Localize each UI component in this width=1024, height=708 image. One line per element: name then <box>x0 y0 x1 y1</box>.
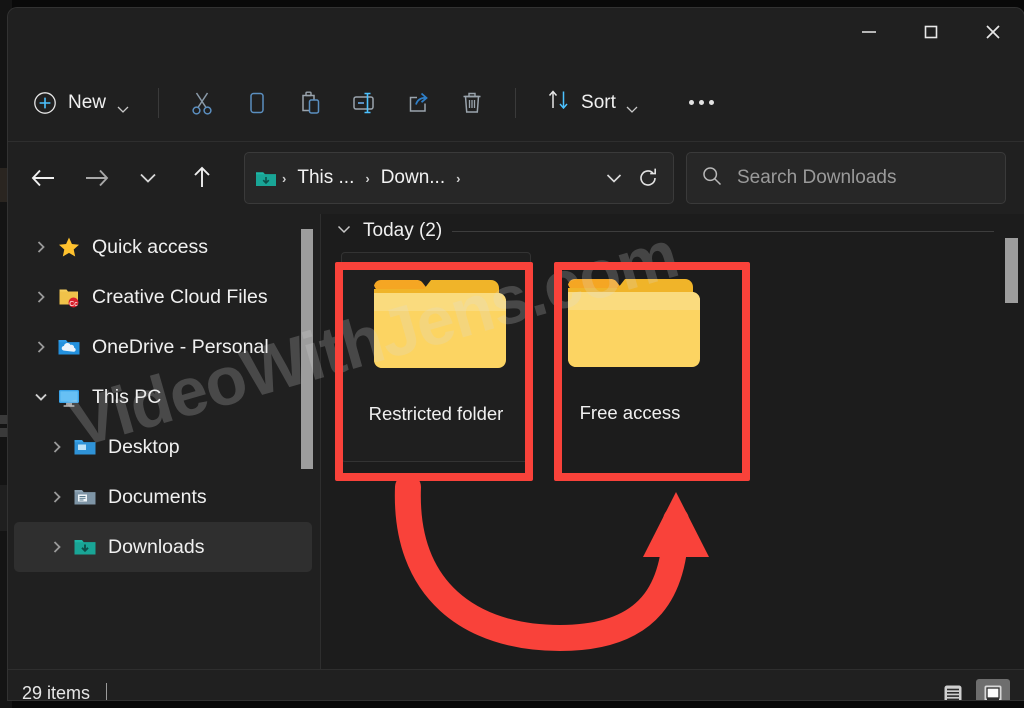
new-button[interactable]: New <box>24 83 142 123</box>
chevron-right-icon[interactable] <box>44 439 70 455</box>
chevron-right-icon[interactable] <box>28 239 54 255</box>
sidebar-item-quick-access[interactable]: Quick access <box>14 222 312 272</box>
explorer-body: Quick access Cc Creative Cloud Files One… <box>8 214 1024 669</box>
folder-icon <box>560 268 700 380</box>
chevron-down-icon[interactable] <box>28 390 54 404</box>
sidebar-item-creative-cloud-files[interactable]: Cc Creative Cloud Files <box>14 272 312 322</box>
ellipsis-dot <box>698 100 704 105</box>
navigation-bar: › This ... › Down... › Search Downloads <box>8 142 1024 214</box>
toolbar-divider-1 <box>158 87 160 118</box>
search-box[interactable]: Search Downloads <box>686 152 1006 204</box>
status-bar-divider <box>106 682 108 700</box>
cut-button[interactable] <box>175 81 229 125</box>
search-icon <box>701 165 723 192</box>
toolbar-divider-2 <box>515 87 517 118</box>
file-tile-label: Free access <box>579 402 681 423</box>
view-toggle-group <box>936 678 1010 700</box>
sidebar-item-desktop[interactable]: Desktop <box>14 422 312 472</box>
forward-button[interactable] <box>76 158 116 198</box>
copy-button[interactable] <box>229 81 283 125</box>
sidebar-item-label: This PC <box>92 385 162 408</box>
group-header-label: Today (2) <box>363 220 443 241</box>
navigation-pane: Quick access Cc Creative Cloud Files One… <box>8 214 320 669</box>
screen: New Sort › This ... › Down... › Search D… <box>0 0 1024 708</box>
minimize-button[interactable] <box>838 8 900 56</box>
chevron-down-icon <box>116 98 130 113</box>
breadcrumb-separator: › <box>456 170 461 186</box>
breadcrumb-item-this-pc[interactable]: This ... <box>291 164 360 192</box>
ellipsis-dot <box>708 100 714 105</box>
file-tile-label: Restricted folder <box>368 403 504 424</box>
rename-button[interactable] <box>337 81 391 125</box>
file-list-pane: Today (2) Restricted folder Free access <box>321 214 1024 669</box>
sidebar-item-onedrive-personal[interactable]: OneDrive - Personal <box>14 322 312 372</box>
breadcrumb-separator: › <box>282 170 287 186</box>
onedrive-icon <box>57 335 81 359</box>
sort-button[interactable]: Sort <box>536 83 649 123</box>
content-scrollbar-thumb[interactable] <box>1005 238 1018 303</box>
sort-icon <box>546 87 572 119</box>
title-bar <box>8 8 1024 64</box>
new-button-label: New <box>68 91 107 113</box>
group-header-rule <box>452 230 994 232</box>
previous-locations-button[interactable] <box>597 160 631 196</box>
chevron-right-icon[interactable] <box>28 289 54 305</box>
documents-folder-icon <box>73 485 97 509</box>
command-bar: New Sort <box>8 64 1024 142</box>
recent-locations-button[interactable] <box>128 158 168 198</box>
back-button[interactable] <box>24 158 64 198</box>
downloads-folder-icon <box>255 169 277 187</box>
item-count-label: 29 items <box>22 683 91 700</box>
paste-button[interactable] <box>283 81 337 125</box>
sidebar-item-label: Documents <box>108 485 207 508</box>
file-tile-free-access[interactable]: Free access <box>535 252 725 462</box>
sidebar-item-this-pc[interactable]: This PC <box>14 372 312 422</box>
file-tile-restricted-folder[interactable]: Restricted folder <box>341 252 531 462</box>
maximize-button[interactable] <box>900 8 962 56</box>
this-pc-icon <box>57 385 81 409</box>
search-input[interactable]: Search Downloads <box>737 167 896 189</box>
close-button[interactable] <box>962 8 1024 56</box>
plus-circle-icon <box>32 90 58 116</box>
breadcrumb-item-downloads[interactable]: Down... <box>375 164 451 192</box>
file-tile-row: Restricted folder Free access <box>321 248 1024 462</box>
downloads-folder-icon <box>73 535 97 559</box>
sidebar-item-documents[interactable]: Documents <box>14 472 312 522</box>
chevron-right-icon[interactable] <box>44 539 70 555</box>
chevron-right-icon[interactable] <box>44 489 70 505</box>
bg-sliver-1 <box>0 168 8 202</box>
up-button[interactable] <box>182 158 222 198</box>
sidebar-scrollbar[interactable] <box>301 224 313 664</box>
breadcrumb-separator: › <box>365 170 370 186</box>
sidebar-item-label: Creative Cloud Files <box>92 285 268 308</box>
group-header-today[interactable]: Today (2) <box>321 214 1024 248</box>
sidebar-item-label: Desktop <box>108 435 180 458</box>
sort-button-label: Sort <box>581 91 616 113</box>
chevron-down-icon <box>625 98 639 113</box>
delete-button[interactable] <box>445 81 499 125</box>
ellipsis-dot <box>688 100 694 105</box>
refresh-button[interactable] <box>631 160 665 196</box>
desktop-folder-icon <box>73 435 97 459</box>
svg-text:Cc: Cc <box>69 301 78 308</box>
creative-cloud-icon: Cc <box>57 285 81 309</box>
details-view-button[interactable] <box>936 679 970 700</box>
sidebar-item-label: Quick access <box>92 235 208 258</box>
address-bar[interactable]: › This ... › Down... › <box>244 152 674 204</box>
sidebar-item-downloads[interactable]: Downloads <box>14 522 312 572</box>
status-bar: 29 items <box>8 669 1024 700</box>
folder-icon <box>366 269 506 381</box>
chevron-down-icon[interactable] <box>335 222 353 240</box>
chevron-right-icon[interactable] <box>28 339 54 355</box>
see-more-button[interactable] <box>675 83 728 123</box>
large-icons-view-button[interactable] <box>976 678 1010 700</box>
sidebar-scrollbar-thumb[interactable] <box>301 229 313 469</box>
sidebar-item-label: OneDrive - Personal <box>92 335 269 358</box>
content-scrollbar[interactable] <box>1005 224 1018 654</box>
sidebar-item-label: Downloads <box>108 535 205 558</box>
star-icon <box>57 235 81 259</box>
share-button[interactable] <box>391 81 445 125</box>
file-explorer-window: New Sort › This ... › Down... › Search D… <box>8 8 1024 700</box>
